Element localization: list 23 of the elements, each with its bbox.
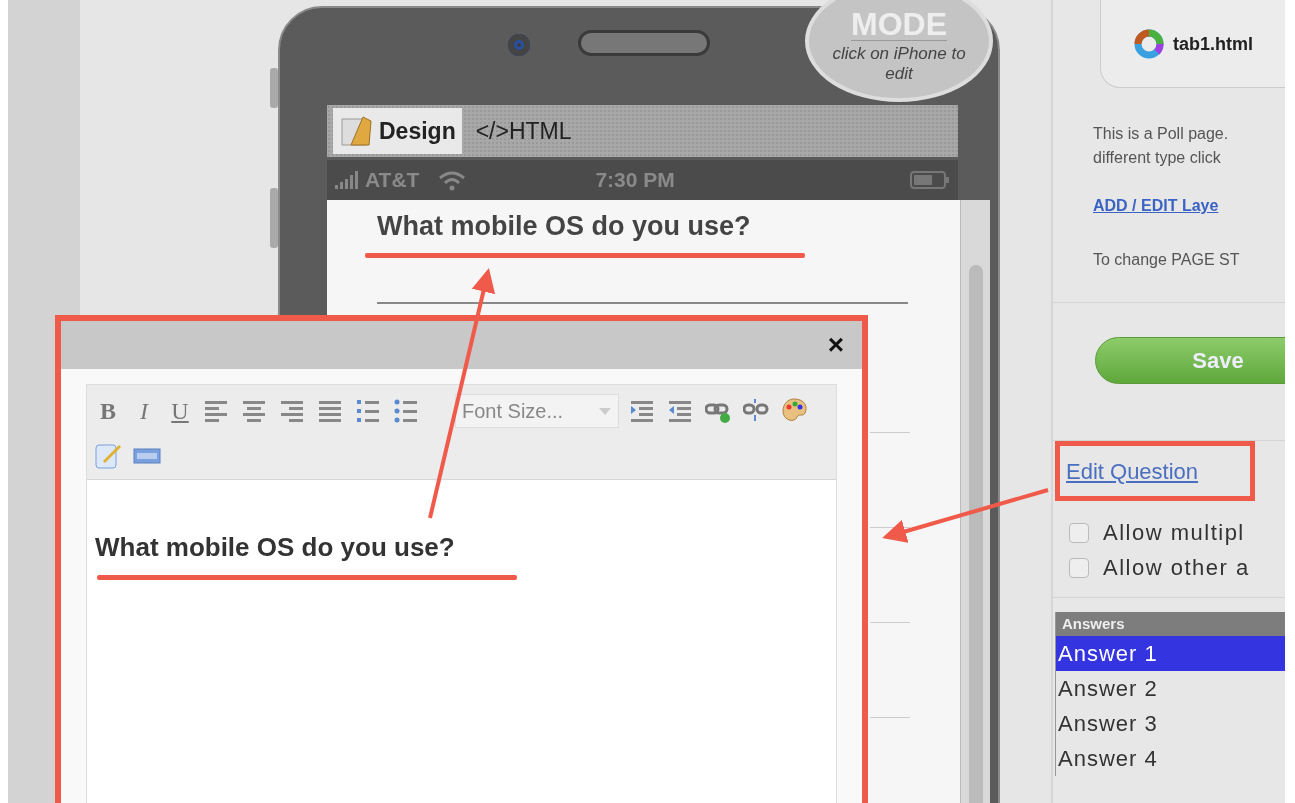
- file-name: tab1.html: [1173, 32, 1253, 56]
- answer-item[interactable]: Answer 1: [1056, 636, 1285, 671]
- answer-item[interactable]: Answer 2: [1056, 671, 1285, 706]
- list-header: Answers: [1056, 612, 1285, 636]
- layers-link[interactable]: ADD / EDIT Laye: [1053, 194, 1285, 218]
- option-label: Allow multipl: [1103, 519, 1245, 547]
- mode-tab[interactable]: Design: [333, 108, 462, 154]
- close-button[interactable]: ×: [823, 331, 848, 359]
- page-info-text: This is a Poll page. different type click: [1092, 124, 1230, 168]
- page-style-text: To change PAGE ST: [1092, 250, 1241, 270]
- edit-question-link[interactable]: Edit Question: [1066, 454, 1199, 488]
- question-text: What mobile OS do you use?: [95, 531, 456, 564]
- underline-button[interactable]: U: [167, 395, 193, 426]
- poll-question: What mobile OS do you use?: [377, 210, 752, 243]
- mode-tab[interactable]: </>HTML: [469, 108, 578, 154]
- carrier-label: AT&T: [365, 167, 420, 194]
- italic-button[interactable]: I: [131, 395, 157, 426]
- mode-hint: click on iPhone to edit: [831, 44, 967, 84]
- bold-button[interactable]: B: [95, 395, 121, 426]
- answer-item[interactable]: Answer 3: [1056, 706, 1285, 741]
- clock-time: 7:30 PM: [595, 167, 675, 194]
- option-label: Allow other a: [1103, 554, 1250, 582]
- answer-item[interactable]: Answer 4: [1056, 741, 1285, 776]
